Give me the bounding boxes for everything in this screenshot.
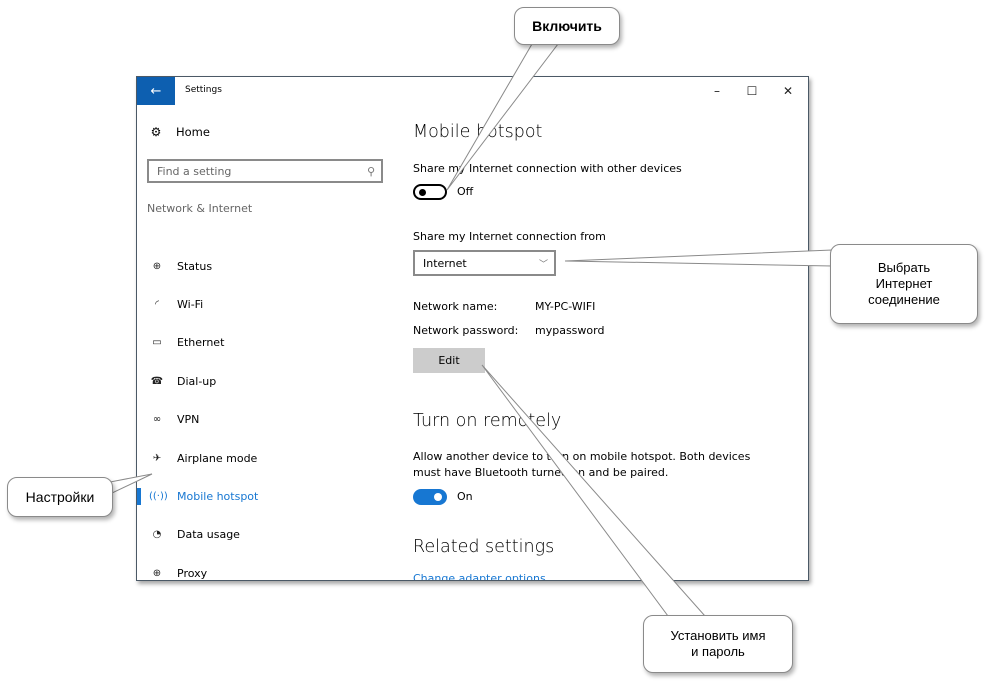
callout-enable: Включить — [514, 7, 620, 45]
callout-settings: Настройки — [7, 477, 113, 517]
callout-pointers — [109, 43, 833, 617]
enable-pointer — [446, 43, 560, 191]
edit-pointer — [481, 364, 707, 617]
callout-set-name-password: Установить имя и пароль — [643, 615, 793, 673]
callout-choose-connection: Выбрать Интернет соединение — [830, 244, 978, 324]
connection-pointer — [564, 249, 833, 267]
settings-pointer — [109, 473, 153, 495]
